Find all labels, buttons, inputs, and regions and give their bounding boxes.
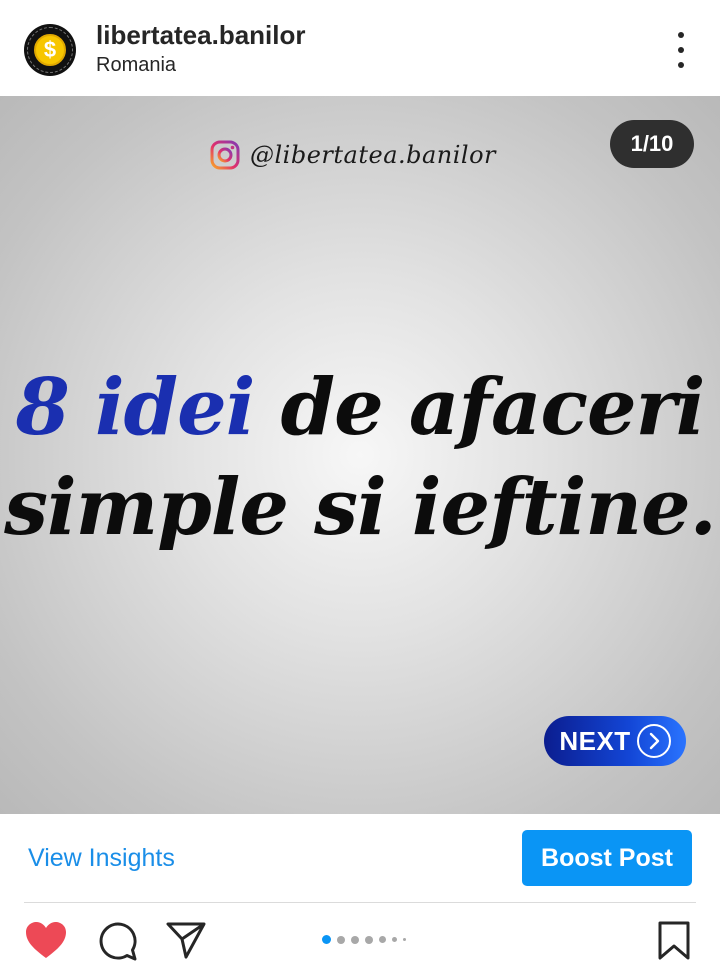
- share-icon[interactable]: [165, 920, 207, 960]
- post-image[interactable]: @libertatea.banilor 1/10 8 idei de aface…: [0, 96, 720, 814]
- divider: [24, 902, 696, 903]
- comment-icon[interactable]: [96, 920, 138, 962]
- watermark-handle: @libertatea.banilor: [210, 140, 496, 170]
- view-insights-link[interactable]: View Insights: [28, 844, 175, 873]
- headline-line-1: 8 idei de afaceri: [0, 358, 720, 458]
- carousel-counter: 1/10: [610, 120, 694, 168]
- carousel-dot: [337, 935, 345, 944]
- carousel-dot: [379, 936, 386, 943]
- boost-post-button[interactable]: Boost Post: [522, 830, 692, 886]
- chevron-right-icon: [636, 724, 671, 758]
- carousel-dot: [403, 938, 406, 941]
- post-header: $ libertatea.banilor Romania: [0, 0, 720, 96]
- post-headline: 8 idei de afaceri simple si ieftine.: [0, 358, 720, 558]
- watermark-handle-text: @libertatea.banilor: [250, 141, 497, 169]
- heart-icon[interactable]: [24, 920, 68, 960]
- location[interactable]: Romania: [96, 54, 176, 77]
- carousel-indicator: [322, 935, 406, 944]
- avatar[interactable]: $: [24, 24, 76, 76]
- next-label: NEXT: [559, 725, 631, 756]
- bookmark-icon[interactable]: [656, 920, 692, 962]
- instagram-icon: [210, 140, 240, 170]
- carousel-dot-active: [322, 935, 331, 944]
- headline-accent: 8 idei: [15, 362, 256, 453]
- more-options-icon[interactable]: [664, 32, 698, 68]
- avatar-ring: [27, 27, 73, 73]
- carousel-dot: [351, 935, 359, 944]
- insights-bar: View Insights Boost Post: [0, 814, 720, 902]
- carousel-dot: [365, 935, 373, 944]
- username[interactable]: libertatea.banilor: [96, 20, 306, 51]
- headline-line-1-rest: de afaceri: [280, 362, 706, 453]
- carousel-dot: [392, 937, 397, 942]
- next-slide-button[interactable]: NEXT: [544, 716, 686, 766]
- headline-line-2: simple si ieftine.: [4, 462, 717, 553]
